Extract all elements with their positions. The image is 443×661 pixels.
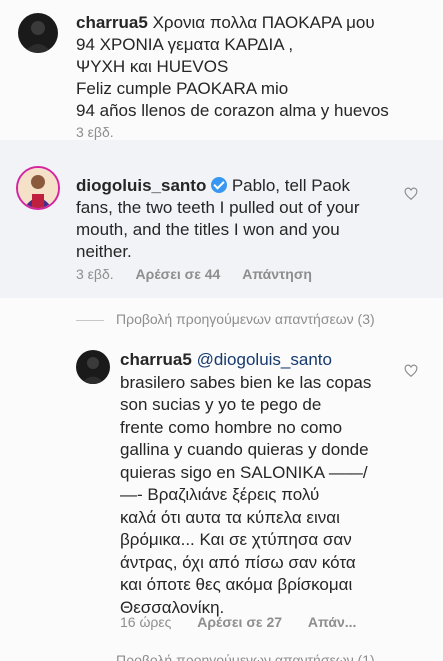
comment-time: 3 εβδ. [76,124,114,140]
reply-line: άντρας, όχι από πίσω σαν κότα [120,552,356,572]
avatar-charrua5[interactable] [18,13,58,53]
comment-body: charrua5 Χρονια πολλα ΠΑΟΚΑΡΑ μου 94 ΧΡΟ… [76,12,389,122]
avatar-image [76,350,110,384]
comment-line: Feliz cumple PAOKARA mio [76,79,289,98]
comment-time: 3 εβδ. [76,266,114,282]
comment-line: mouth, and the titles I won and you [76,220,340,239]
comment-username[interactable]: diogoluis_santo [76,176,206,195]
reply-line: gallina y cuando quieras y donde [120,440,369,459]
reply-line: καλά ότι αυτα τα κύπελα ειναι [120,507,340,527]
avatar-image [18,13,58,53]
avatar-charrua5[interactable] [76,350,110,384]
view-previous-replies[interactable]: Προβολή προηγούμενων απαντήσεων (3) [76,311,375,327]
reply-meta: 16 ώρες Αρέσει σε 27 Απάν... [120,614,356,630]
instagram-comments-screen: charrua5 Χρονια πολλα ΠΑΟΚΑΡΑ μου 94 ΧΡΟ… [0,0,443,661]
like-heart-icon[interactable] [404,364,418,378]
reply-line: quieras sigo en SALONIKA ——/ [120,462,368,482]
comment-username[interactable]: charrua5 [76,13,148,32]
reply-likes[interactable]: Αρέσει σε 27 [197,614,282,630]
reply-line: και όποτε θες ακόμα βρίσκομαι [120,575,353,594]
comment-line: ΨΥΧΗ και HUEVOS [76,57,229,76]
divider-line [76,319,104,321]
comment-line: Χρονια πολλα ΠΑΟΚΑΡΑ μου [152,13,375,32]
comment-line: 94 años llenos de corazon alma y huevos [76,101,389,120]
comment-line: fans, the two teeth I pulled out of your [76,198,360,217]
comment-line: 94 ΧΡΟΝΙΑ γεματα ΚΑΡΔΙΑ , [76,35,294,54]
reply-line: —- Βραζιλιάνε ξέρεις πολύ [120,485,320,504]
comment-line: neither. [76,242,132,261]
view-previous-label: Προβολή προηγούμενων απαντήσεων (3) [116,311,375,327]
reply-button[interactable]: Απάν... [308,614,357,630]
reply-line: brasilero sabes bien ke las copas [120,372,372,392]
reply-line: βρόμικα... Και σε χτύπησα σαν [120,530,352,549]
comment-meta: 3 εβδ. Αρέσει σε 44 Απάντηση [76,266,312,282]
verified-badge-icon [211,177,228,193]
reply-username[interactable]: charrua5 [120,350,192,369]
reply-time: 16 ώρες [120,614,172,630]
like-heart-icon[interactable] [404,187,418,201]
reply-body: charrua5 @diogoluis_santo brasilero sabe… [120,349,371,619]
comment-line: Pablo, tell Paok [231,176,350,195]
avatar-diogoluis-santo[interactable] [16,166,60,210]
avatar-image [18,168,58,208]
comment-likes[interactable]: Αρέσει σε 44 [136,266,221,282]
comment-meta: 3 εβδ. [76,124,114,140]
reply-line: frente como hombre no como [120,417,343,437]
mention-link[interactable]: @diogoluis_santo [197,350,332,369]
reply-line: son sucias y yo te pego de [120,395,322,414]
view-previous-label: Προβολή προηγούμενων απαντήσεων (1) [116,652,375,661]
comment-body: diogoluis_santo Pablo, tell Paok fans, t… [76,175,360,263]
reply-button[interactable]: Απάντηση [242,266,312,282]
view-previous-replies-partial[interactable]: Προβολή προηγούμενων απαντήσεων (1) [76,652,375,661]
